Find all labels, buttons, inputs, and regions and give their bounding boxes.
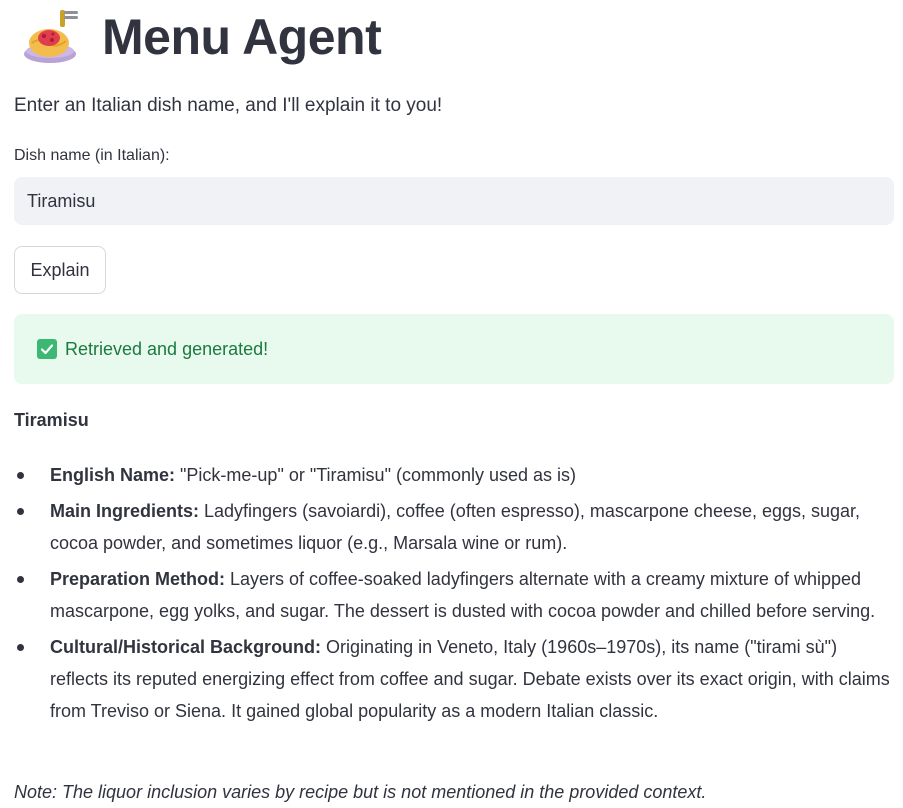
item-label: Preparation Method: <box>50 569 226 589</box>
page-title: Menu Agent <box>102 9 382 65</box>
bullet-icon <box>17 576 24 583</box>
list-item: Main Ingredients: Ladyfingers (savoiardi… <box>14 495 894 559</box>
page-subtitle: Enter an Italian dish name, and I'll exp… <box>14 95 443 116</box>
success-message: Retrieved and generated! <box>65 338 269 359</box>
result-note: Note: The liquor inclusion varies by rec… <box>14 782 707 802</box>
success-alert: Retrieved and generated! <box>14 314 894 384</box>
result-heading: Tiramisu <box>14 410 89 430</box>
bullet-icon <box>17 508 24 515</box>
list-item: Preparation Method: Layers of coffee-soa… <box>14 563 894 627</box>
spaghetti-plate-icon <box>20 7 80 67</box>
dish-name-input[interactable] <box>14 177 894 225</box>
list-item: English Name: "Pick-me-up" or "Tiramisu"… <box>14 459 894 491</box>
bullet-icon <box>17 472 24 479</box>
explain-button[interactable]: Explain <box>14 246 106 294</box>
item-label: English Name: <box>50 465 176 485</box>
dish-name-label: Dish name (in Italian): <box>14 147 170 164</box>
item-text: "Pick-me-up" or "Tiramisu" (commonly use… <box>175 465 577 485</box>
result-list: English Name: "Pick-me-up" or "Tiramisu"… <box>14 459 894 731</box>
page-header: Menu Agent <box>20 6 382 68</box>
bullet-icon <box>17 644 24 651</box>
item-label: Main Ingredients: <box>50 501 200 521</box>
item-label: Cultural/Historical Background: <box>50 637 322 657</box>
list-item: Cultural/Historical Background: Originat… <box>14 631 894 727</box>
check-mark-icon <box>37 339 57 359</box>
